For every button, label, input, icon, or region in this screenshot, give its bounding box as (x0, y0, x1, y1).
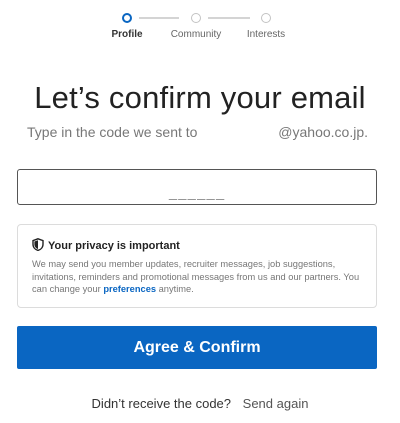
privacy-body: We may send you member updates, recruite… (32, 258, 362, 296)
step-community-indicator (191, 13, 201, 23)
privacy-body-text: We may send you member updates, recruite… (32, 259, 360, 294)
verification-code-input[interactable] (18, 170, 376, 204)
page-title: Let’s confirm your email (34, 80, 366, 115)
privacy-heading-row: Your privacy is important (32, 238, 362, 254)
step-interests-indicator (261, 13, 271, 23)
step-connector (139, 17, 179, 19)
step-connector (208, 17, 250, 19)
step-community-label: Community (170, 29, 222, 40)
privacy-heading: Your privacy is important (48, 240, 180, 252)
shield-icon (32, 238, 44, 254)
subtitle-prefix: Type in the code we sent to (27, 124, 198, 140)
preferences-link[interactable]: preferences (103, 284, 156, 294)
privacy-body-suffix: anytime. (156, 284, 194, 294)
step-profile-label: Profile (111, 29, 143, 40)
resend-question: Didn’t receive the code? (91, 396, 232, 411)
privacy-notice: Your privacy is important We may send yo… (17, 224, 377, 308)
send-again-link[interactable]: Send again (243, 396, 309, 411)
step-profile-indicator (122, 13, 132, 23)
subtitle-email-domain: @yahoo.co.jp. (278, 124, 368, 140)
step-interests-label: Interests (246, 29, 286, 40)
progress-stepper: Profile Community Interests (0, 0, 400, 48)
agree-confirm-button[interactable]: Agree & Confirm (17, 326, 377, 369)
verification-code-field[interactable] (17, 169, 377, 205)
resend-row: Didn’t receive the code? Send again (0, 396, 400, 411)
